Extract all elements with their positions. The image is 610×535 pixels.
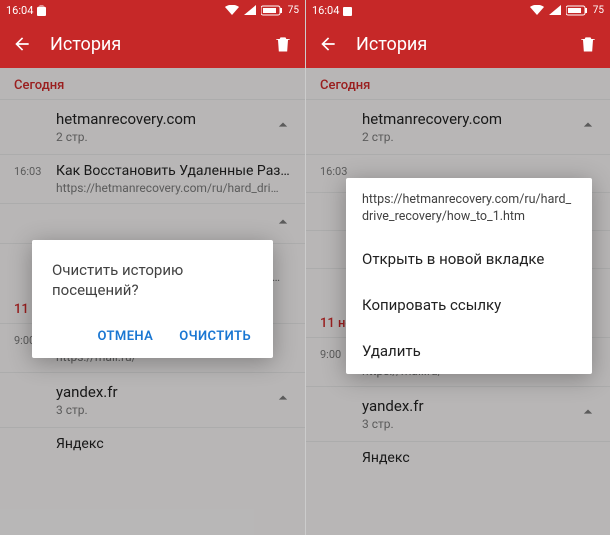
status-time: 16:04 <box>312 4 339 17</box>
page-title: История <box>356 34 578 55</box>
confirm-button[interactable]: ОЧИСТИТЬ <box>177 323 253 350</box>
status-wifi-icon <box>530 5 544 15</box>
context-url: https://hetmanrecovery.com/ru/hard_drive… <box>346 178 592 236</box>
context-menu: https://hetmanrecovery.com/ru/hard_drive… <box>346 178 592 374</box>
status-bar: 16:04 75 <box>0 0 305 20</box>
delete-history-button[interactable] <box>273 34 293 54</box>
status-wifi-icon <box>225 5 239 15</box>
open-new-tab-item[interactable]: Открыть в новой вкладке <box>346 236 592 282</box>
confirm-dialog: Очистить историю посещений? ОТМЕНА ОЧИСТ… <box>32 240 273 358</box>
status-battery-pct: 75 <box>593 5 604 16</box>
cancel-button[interactable]: ОТМЕНА <box>96 323 156 350</box>
status-bar: 16:04 75 <box>306 0 610 20</box>
status-sim-icon <box>343 5 352 16</box>
delete-history-button[interactable] <box>578 34 598 54</box>
status-battery-icon <box>261 5 283 16</box>
status-signal-icon <box>244 5 256 15</box>
dialog-message: Очистить историю посещений? <box>52 260 253 301</box>
status-battery-icon <box>566 5 588 16</box>
page-title: История <box>50 34 273 55</box>
screen-left: 16:04 75 История Сегодня hetmanrecovery.… <box>0 0 305 535</box>
app-bar: История <box>0 20 305 68</box>
back-button[interactable] <box>318 34 338 54</box>
status-signal-icon <box>549 5 561 15</box>
status-battery-pct: 75 <box>288 5 299 16</box>
copy-link-item[interactable]: Копировать ссылку <box>346 282 592 328</box>
app-bar: История <box>306 20 610 68</box>
status-time: 16:04 <box>6 4 33 17</box>
back-button[interactable] <box>12 34 32 54</box>
screen-right: 16:04 75 История Сегодня hetmanrecovery.… <box>305 0 610 535</box>
status-sim-icon <box>37 5 46 16</box>
delete-item[interactable]: Удалить <box>346 328 592 374</box>
